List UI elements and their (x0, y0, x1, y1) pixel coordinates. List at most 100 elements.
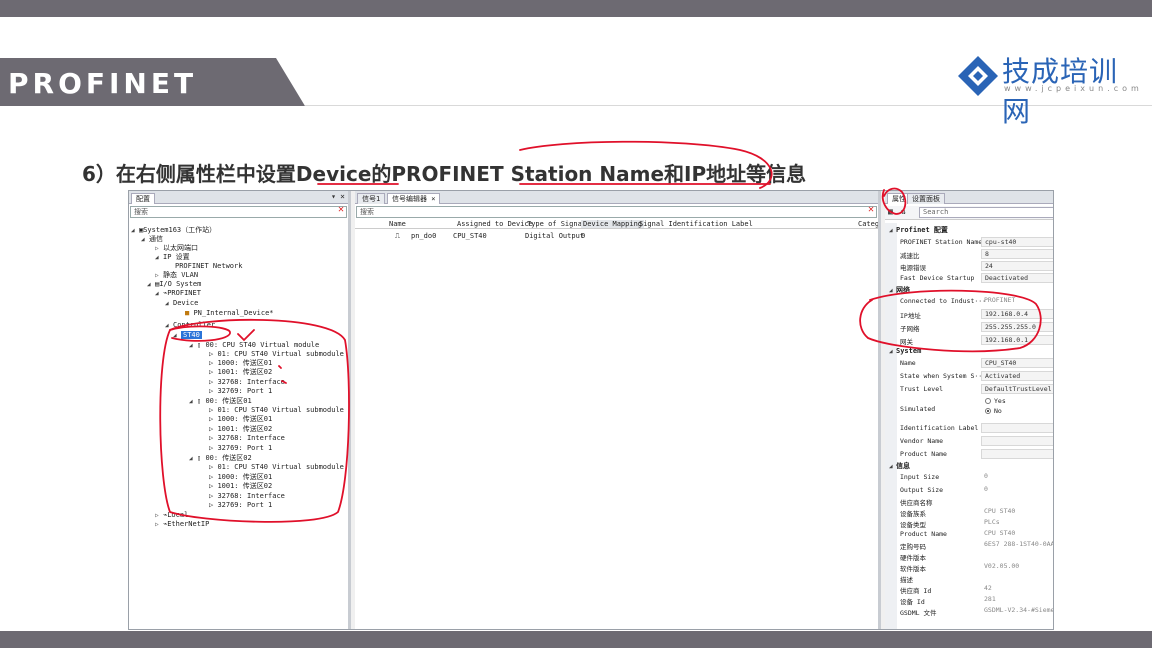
tree-node[interactable]: ◢ IP 设置 (155, 253, 190, 262)
tree-node[interactable]: ◢ ▯ 00: 传送区01 (189, 397, 252, 406)
property-row[interactable]: 设备族系 CPU ST40 (885, 506, 1053, 518)
tree-node-pn-internal-device[interactable]: ■ PN_Internal_Device* (185, 309, 274, 318)
radio-no[interactable]: No (985, 407, 1053, 418)
subnet-value[interactable]: 255.255.255.0 (981, 322, 1053, 332)
expand-icon[interactable]: ◢ (189, 454, 197, 463)
categorized-icon[interactable]: ▦ (888, 207, 893, 216)
tree-node[interactable]: ▷ 静态 VLAN (155, 271, 198, 280)
tree-node[interactable]: ▷ 32768: Interface (209, 492, 285, 501)
category-system[interactable]: ◢ System (889, 347, 921, 355)
tree-node[interactable]: ◢ ▣System163（工作站） (131, 226, 216, 235)
collapse-icon[interactable]: ◢ (889, 348, 896, 355)
category-info[interactable]: ◢ 信息 (889, 461, 910, 471)
collapse-icon[interactable]: ◢ (889, 463, 896, 470)
expand-icon[interactable]: ◢ (147, 280, 155, 289)
tree-node[interactable]: ▷ 1001: 传送区02 (209, 425, 272, 434)
property-row-subnet[interactable]: 子网络 255.255.255.0 (885, 321, 1053, 333)
tree-node[interactable]: ▷ 01: CPU ST40 Virtual submodule (209, 463, 344, 472)
ip-address-value[interactable]: 192.168.0.4 (981, 309, 1053, 319)
property-row[interactable]: 设备类型 PLCs (885, 517, 1053, 529)
category-profinet[interactable]: ◢ Profinet 配置 (889, 225, 948, 235)
clear-search-icon[interactable]: ✕ (338, 205, 344, 215)
tree-node[interactable]: ▷ 32769: Port 1 (209, 501, 272, 510)
property-row[interactable]: Product Name CPU ST40 (885, 528, 1053, 539)
tree-node[interactable]: ▷ 32768: Interface (209, 378, 285, 387)
tab-settings-panel[interactable]: 设置面板 (907, 193, 945, 204)
collapse-icon[interactable]: ◢ (889, 287, 896, 294)
tree-node[interactable]: ◢ ▯ 00: 传送区02 (189, 454, 252, 463)
tree-node[interactable]: ▷ 01: CPU ST40 Virtual submodule (209, 350, 344, 359)
expand-icon[interactable]: ▷ (155, 511, 163, 520)
station-name-value[interactable]: cpu-st40 (981, 237, 1053, 247)
close-icon[interactable]: × (340, 192, 345, 201)
property-row[interactable]: Fast Device Startup Deactivated (885, 272, 1053, 283)
pin-icon[interactable]: ▾ (331, 192, 336, 201)
collapse-icon[interactable]: ◢ (889, 227, 896, 234)
property-row[interactable]: 供应商 Id 42 (885, 583, 1053, 595)
property-row[interactable]: Trust Level DefaultTrustLevel (885, 383, 1053, 394)
property-row[interactable]: 减速比 8 (885, 248, 1053, 260)
expand-icon[interactable]: ◢ (189, 397, 197, 406)
radio-button[interactable] (985, 398, 991, 404)
property-row[interactable]: Output Size 0 (885, 484, 1053, 495)
tree-node[interactable]: ◢ Controller (165, 321, 215, 330)
column-header[interactable]: Device Mapping (581, 220, 645, 228)
property-row[interactable]: 定购号码 6ES7 288-1ST40-0AA0 (885, 539, 1053, 551)
tab-signal-editor[interactable]: 信号编辑器 × (387, 193, 441, 204)
tree-node[interactable]: ▷ 32768: Interface (209, 434, 285, 443)
signal-search-input[interactable]: 搜索 ✕ (356, 205, 877, 218)
selected-device[interactable]: ST40 (181, 331, 202, 339)
property-row[interactable]: Input Size 0 (885, 471, 1053, 482)
tree-node[interactable]: ▷ ⌁EtherNetIP (155, 520, 209, 529)
property-row[interactable]: 硬件版本 (885, 550, 1053, 562)
tree-node[interactable]: ▷ 32769: Port 1 (209, 444, 272, 453)
expand-icon[interactable]: ◢ (155, 289, 163, 298)
property-row[interactable]: 设备 Id 281 (885, 594, 1053, 606)
property-row[interactable]: State when System S··· Activated (885, 370, 1053, 381)
tree-node[interactable]: ◢ ▯ 00: CPU ST40 Virtual module (189, 341, 319, 350)
expand-icon[interactable]: ◢ (131, 226, 139, 235)
property-row[interactable]: Identification Label (885, 422, 1053, 433)
tree-node[interactable]: ▷ 1000: 传送区01 (209, 415, 272, 424)
property-row-ip[interactable]: IP地址 192.168.0.4 (885, 308, 1053, 320)
tab-signals[interactable]: 信号1 (357, 193, 386, 204)
expand-icon[interactable]: ◢ (155, 253, 163, 262)
tree-node[interactable]: ▷ 1001: 传送区02 (209, 368, 272, 377)
tree-node[interactable]: ▷ 以太网端口 (155, 244, 198, 253)
expand-icon[interactable]: ◢ (165, 299, 173, 308)
tab-config[interactable]: 配置 (131, 193, 155, 204)
tree-node-st40[interactable]: ◢ ST40 (173, 331, 202, 340)
expand-icon[interactable]: ◢ (189, 341, 197, 350)
tree-node[interactable]: ◢ ⌁PROFINET (155, 289, 201, 298)
column-header[interactable]: Assigned to Device (457, 220, 533, 228)
tree-node[interactable]: ▷ 32769: Port 1 (209, 387, 272, 396)
tree-node[interactable]: ◢ ▤I/O System (147, 280, 201, 289)
tree-node[interactable]: ▷ 1001: 传送区02 (209, 482, 272, 491)
signal-row[interactable]: ⎍ pn_do0 CPU_ST40 Digital Output 0 (355, 231, 878, 241)
config-search-input[interactable]: 搜索 ✕ (130, 205, 347, 218)
radio-button[interactable] (985, 408, 991, 414)
tree-node[interactable]: ▷ 01: CPU ST40 Virtual submodule (209, 406, 344, 415)
property-row[interactable]: 供应商名称 (885, 495, 1053, 507)
tree-node[interactable]: PROFINET Network (175, 262, 242, 271)
tree-node[interactable]: ◢ Device (165, 299, 198, 308)
expand-icon[interactable]: ▷ (155, 520, 163, 529)
property-row[interactable]: 软件版本 V02.05.00 (885, 561, 1053, 573)
column-header[interactable]: Signal Identification Label (639, 220, 753, 228)
clear-search-icon[interactable]: ✕ (868, 205, 874, 215)
tree-node[interactable]: ▷ 1000: 传送区01 (209, 359, 272, 368)
property-row-gateway[interactable]: 网关 192.168.0.1 (885, 334, 1053, 346)
tree-node[interactable]: ▷ ⌁Local (155, 511, 188, 520)
expand-icon[interactable]: ◢ (173, 331, 181, 340)
expand-icon[interactable]: ▷ (155, 271, 163, 280)
property-row[interactable]: PROFINET Station Name cpu-st40 (885, 236, 1053, 247)
property-row[interactable]: Name CPU_ST40 (885, 357, 1053, 368)
sort-alpha-icon[interactable]: ⇅ (901, 207, 906, 216)
category-network[interactable]: ◢ 网络 (889, 285, 910, 295)
column-header[interactable]: Name (389, 220, 406, 228)
property-row[interactable]: Connected to Indust··· PROFINET (885, 295, 1053, 306)
close-icon[interactable]: × (431, 195, 435, 203)
property-row[interactable]: Product Name (885, 448, 1053, 459)
gateway-value[interactable]: 192.168.0.1 (981, 335, 1053, 345)
expand-icon[interactable]: ▷ (155, 244, 163, 253)
